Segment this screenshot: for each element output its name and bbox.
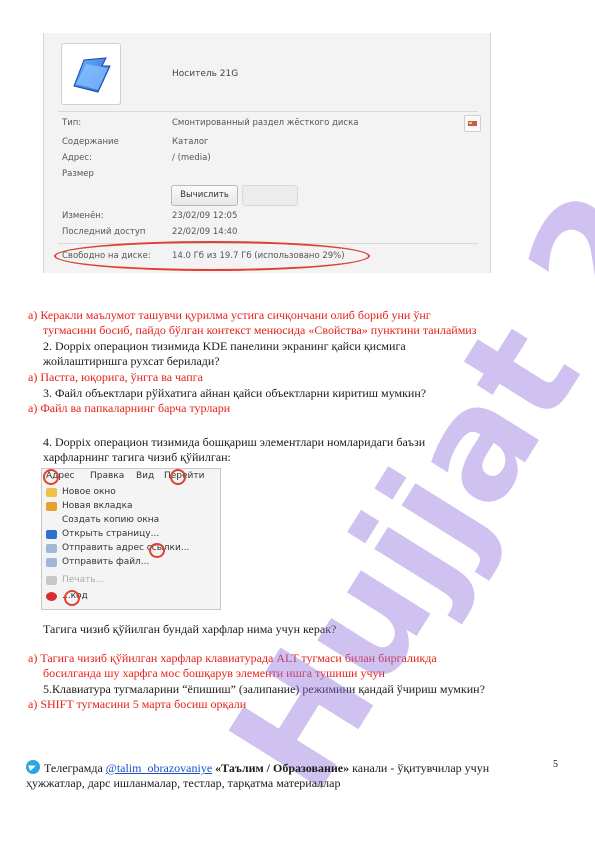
address-label: Адрес:	[62, 153, 92, 163]
question-2-line-1: 2. Doppix операцион тизимида KDE панелин…	[43, 339, 406, 353]
menu-bar: Адрес Правка Вид Перейти	[42, 469, 220, 485]
menu-item-new-tab[interactable]: Новая вкладка	[62, 501, 133, 511]
highlight-circle	[170, 469, 186, 485]
content-value: Каталог	[172, 137, 209, 147]
question-4-ask: Тагига чизиб қўйилган бундай харфлар ним…	[43, 622, 337, 636]
send-file-icon	[46, 558, 57, 567]
answer-4-line-1: а) Тагига чизиб қўйилган харфлар клавиат…	[28, 651, 437, 665]
answer-2: а) Пастга, юқорига, ўнгга ва чапга	[28, 370, 203, 384]
answer-4-line-2: босилганда шу харфга мос бошқарув элемен…	[43, 666, 385, 680]
question-2-line-2: жойлаштиришга рухсат берилади?	[43, 354, 220, 368]
menu-item-duplicate-window[interactable]: Создать копию окна	[62, 515, 159, 525]
modified-label: Изменён:	[62, 211, 104, 221]
calculate-button[interactable]: Вычислить	[171, 185, 238, 206]
device-name: Носитель 21G	[172, 69, 239, 79]
question-3: 3. Файл объектлари рўйхатига айнан қайси…	[43, 386, 427, 400]
answer-5: а) SHIFT тугмасини 5 марта босиш орқали	[28, 697, 247, 711]
answer-3: а) Файл ва папкаларнинг барча турлари	[28, 401, 231, 415]
print-icon	[46, 576, 57, 585]
highlight-circle	[64, 590, 80, 606]
question-4-line-1: 4. Doppix операцион тизимида бошқариш эл…	[43, 435, 426, 449]
quit-icon	[46, 592, 57, 601]
divider	[58, 111, 478, 112]
footer-line-1: Телеграмда @talim_obrazovaniye «Таълим /…	[26, 760, 489, 776]
accessed-label: Последний доступ	[62, 227, 146, 237]
highlight-ellipse	[54, 241, 370, 271]
telegram-icon	[26, 760, 40, 774]
modified-value: 23/02/09 12:05	[172, 211, 238, 221]
properties-dialog: Носитель 21G Тип: Смонтированный раздел …	[43, 33, 491, 273]
menu-edit[interactable]: Правка	[90, 471, 124, 481]
footer-suffix: канали - ўқитувчилар учун	[349, 761, 490, 775]
footer-line-2: ҳужжатлар, дарс ишланмалар, тестлар, тар…	[26, 776, 341, 790]
answer-1-line-2: тугмасини босиб, пайдо бўлган контекст м…	[43, 323, 477, 337]
drive-type-icon[interactable]	[464, 115, 481, 132]
question-4-line-2: харфларнинг тагига чизиб қўйилган:	[43, 450, 231, 464]
stop-button[interactable]	[242, 185, 298, 206]
menu-item-open-page[interactable]: Открыть страницу...	[62, 529, 159, 539]
channel-link[interactable]: @talim_obrazovaniye	[106, 761, 212, 775]
type-label: Тип:	[62, 118, 82, 128]
new-tab-icon	[46, 502, 57, 511]
new-window-icon	[46, 488, 57, 497]
address-value: / (media)	[172, 153, 211, 163]
menu-item-send-file[interactable]: Отправить файл...	[62, 557, 149, 567]
footer-prefix: Телеграмда	[44, 761, 106, 775]
accessed-value: 22/02/09 14:40	[172, 227, 238, 237]
menu-view[interactable]: Вид	[136, 471, 154, 481]
channel-name: «Таълим / Образование»	[212, 761, 350, 775]
answer-1-line-1: а) Керакли маълумот ташувчи қурилма усти…	[28, 308, 431, 322]
content-label: Содержание	[62, 137, 119, 147]
page-number: 5	[553, 759, 558, 770]
question-5: 5.Клавиатура тугмаларини “ёпишиш” (залип…	[43, 682, 485, 696]
highlight-circle	[149, 543, 165, 558]
menu-item-send-link[interactable]: Отправить адрес ссылки...	[62, 543, 189, 553]
open-page-icon	[46, 530, 57, 539]
file-menu-screenshot: Адрес Правка Вид Перейти Новое окно Нова…	[41, 468, 221, 610]
highlight-circle	[43, 469, 59, 485]
menu-item-print[interactable]: Печать...	[62, 575, 104, 585]
send-link-icon	[46, 544, 57, 553]
type-value: Смонтированный раздел жёсткого диска	[172, 118, 359, 128]
size-label: Размер	[62, 169, 94, 179]
menu-item-new-window[interactable]: Новое окно	[62, 487, 116, 497]
folder-icon	[61, 43, 121, 105]
